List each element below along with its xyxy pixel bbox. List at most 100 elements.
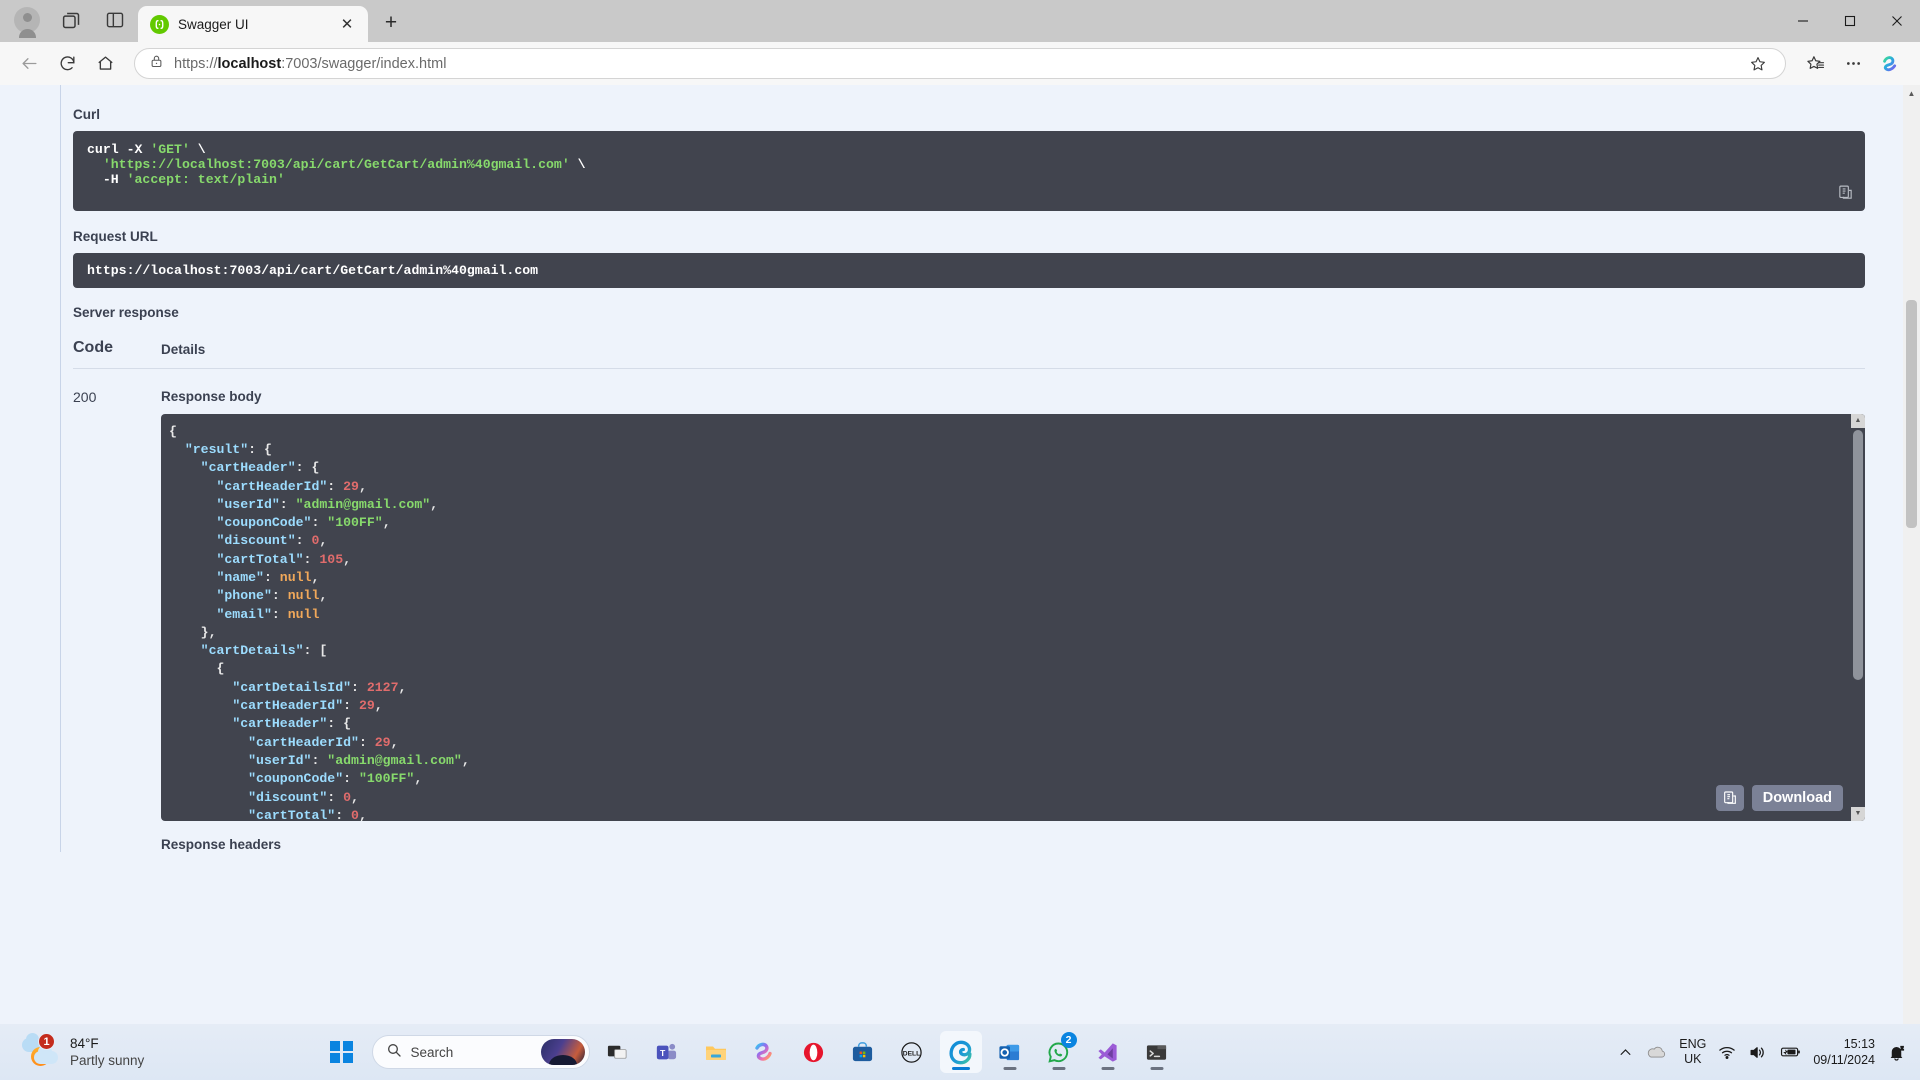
taskbar-app-microsoft-teams[interactable]: T <box>646 1031 688 1073</box>
clock[interactable]: 15:13 09/11/2024 <box>1813 1036 1875 1069</box>
taskbar-app-file-explorer[interactable] <box>695 1031 737 1073</box>
request-url-text: https://localhost:7003/api/cart/GetCart/… <box>87 262 539 278</box>
windows-start-icon[interactable] <box>330 1040 353 1064</box>
browser-toolbar: https://localhost:7003/swagger/index.htm… <box>0 42 1920 85</box>
curl-code: curl -X 'GET' \ 'https://localhost:7003/… <box>87 142 586 188</box>
weather-widget[interactable]: 1 84°F Partly sunny <box>0 1033 330 1070</box>
refresh-icon[interactable] <box>50 47 84 81</box>
response-details-cell: Response body { "result": { "cartHeader"… <box>161 389 1865 852</box>
clock-time: 15:13 <box>1843 1036 1875 1051</box>
scrollbar-thumb[interactable] <box>1853 429 1863 680</box>
taskbar-app-dell[interactable]: DELL <box>891 1031 933 1073</box>
scroll-up-icon[interactable]: ▲ <box>1851 413 1865 428</box>
tab-strip: Swagger UI ✕ + <box>0 0 1920 42</box>
new-tab-button[interactable]: + <box>374 6 408 40</box>
copilot-icon[interactable] <box>1874 47 1908 81</box>
browser-tab-swagger-ui[interactable]: Swagger UI ✕ <box>138 6 368 42</box>
favorites-list-icon[interactable] <box>1798 47 1832 81</box>
taskbar-app-terminal[interactable] <box>1136 1031 1178 1073</box>
window-controls <box>1779 0 1920 42</box>
table-row: 200 Response body { "result": { "cartHea… <box>73 369 1865 852</box>
taskbar-app-task-view[interactable] <box>597 1031 639 1073</box>
system-tray: ENG UK 15:13 09/11/2024 z <box>1618 1024 1920 1080</box>
column-header-code: Code <box>73 338 113 356</box>
weather-condition: Partly sunny <box>70 1053 145 1068</box>
swagger-favicon <box>150 14 169 34</box>
language-indicator[interactable]: ENG UK <box>1679 1037 1706 1068</box>
response-table-header: Code Details <box>73 339 1865 369</box>
partly-sunny-weather-icon: 1 <box>20 1033 60 1069</box>
response-body-json: { "result": { "cartHeader": { "cartHeade… <box>169 423 470 821</box>
wifi-icon[interactable] <box>1718 1044 1736 1060</box>
tab-strip-left-icons <box>8 0 134 42</box>
app-running-indicator <box>1150 1067 1163 1070</box>
language-line-1: ENG <box>1679 1036 1707 1051</box>
taskbar-app-visual-studio[interactable] <box>1087 1031 1129 1073</box>
page-scroll-up-icon[interactable]: ▲ <box>1903 85 1920 102</box>
url-scheme: https:// <box>174 55 218 72</box>
app-badge-count: 2 <box>1060 1032 1077 1048</box>
app-running-indicator <box>1003 1067 1016 1070</box>
taskbar-app-copilot[interactable] <box>744 1031 786 1073</box>
page-scrollbar-thumb[interactable] <box>1906 300 1917 528</box>
more-options-ellipsis-icon[interactable] <box>1836 47 1870 81</box>
curl-code-block: curl -X 'GET' \ 'https://localhost:7003/… <box>73 131 1865 211</box>
weather-text: 84°F Partly sunny <box>70 1035 144 1070</box>
clock-date: 09/11/2024 <box>1813 1053 1875 1067</box>
minimize-button[interactable] <box>1779 0 1826 42</box>
search-input[interactable]: Search <box>371 1035 590 1069</box>
maximize-button[interactable] <box>1826 0 1873 42</box>
swagger-ui-page: Curl curl -X 'GET' \ 'https://localhost:… <box>0 85 1903 1080</box>
weather-notification-badge: 1 <box>38 1033 55 1050</box>
taskbar-app-microsoft-edge[interactable] <box>939 1031 982 1073</box>
close-icon[interactable]: ✕ <box>336 13 358 35</box>
address-bar[interactable]: https://localhost:7003/swagger/index.htm… <box>134 48 1786 79</box>
response-status-code: 200 <box>73 388 97 405</box>
split-screen-icon[interactable] <box>96 3 134 37</box>
response-body-label: Response body <box>161 388 262 404</box>
column-header-details: Details <box>161 341 206 357</box>
server-response-table: Code Details 200 Response body { "result… <box>73 339 1865 852</box>
weather-temperature: 84°F <box>70 1035 99 1051</box>
operation-response-panel: Curl curl -X 'GET' \ 'https://localhost:… <box>60 85 1865 852</box>
avatar-head <box>22 12 32 22</box>
taskbar-app-whatsapp[interactable]: 2 <box>1038 1031 1080 1073</box>
taskbar-app-opera[interactable] <box>793 1031 835 1073</box>
copy-to-clipboard-icon[interactable] <box>1715 784 1744 811</box>
url-host: localhost <box>217 55 282 72</box>
response-headers-label: Response headers <box>161 836 282 852</box>
windows-taskbar: 1 84°F Partly sunny Search T DELL 2 ENG … <box>0 1024 1920 1080</box>
show-hidden-icons-chevron[interactable] <box>1618 1045 1633 1060</box>
svg-text:T: T <box>660 1047 666 1057</box>
close-window-button[interactable] <box>1873 0 1920 42</box>
notifications-bell-dnd-icon[interactable]: z <box>1887 1043 1906 1062</box>
onedrive-cloud-icon[interactable] <box>1645 1044 1667 1060</box>
back-arrow-icon[interactable] <box>12 47 46 81</box>
taskbar-center: Search T DELL 2 <box>330 1031 1618 1073</box>
url-text[interactable]: https://localhost:7003/swagger/index.htm… <box>174 56 1731 72</box>
app-running-indicator <box>1101 1067 1114 1070</box>
language-line-2: UK <box>1684 1052 1702 1066</box>
bing-wallpaper-orb-icon[interactable] <box>540 1039 585 1065</box>
account-avatar-icon[interactable] <box>8 3 46 38</box>
battery-charging-icon[interactable] <box>1779 1045 1801 1059</box>
response-body-scrollbar[interactable]: ▲ ▼ <box>1851 413 1865 821</box>
tab-title: Swagger UI <box>178 16 249 32</box>
speaker-volume-icon[interactable] <box>1748 1044 1767 1061</box>
page-scrollbar[interactable]: ▲ ▼ <box>1903 85 1920 1080</box>
curl-label: Curl <box>73 107 100 122</box>
response-body-scroll-area[interactable]: { "result": { "cartHeader": { "cartHeade… <box>161 414 1851 821</box>
request-url-block: https://localhost:7003/api/cart/GetCart/… <box>73 252 1865 288</box>
taskbar-app-microsoft-store[interactable] <box>842 1031 884 1073</box>
scroll-down-icon[interactable]: ▼ <box>1851 806 1865 821</box>
download-button[interactable]: Download <box>1751 784 1843 811</box>
star-add-favorite-icon[interactable] <box>1741 47 1775 81</box>
taskbar-app-outlook[interactable] <box>989 1031 1031 1073</box>
site-security-lock-icon[interactable] <box>149 54 164 74</box>
home-icon[interactable] <box>88 47 122 81</box>
avatar-body <box>18 29 36 38</box>
app-running-indicator <box>1052 1067 1065 1070</box>
collections-icon[interactable] <box>52 3 90 37</box>
avatar <box>14 7 40 38</box>
copy-to-clipboard-icon[interactable] <box>1834 182 1856 204</box>
